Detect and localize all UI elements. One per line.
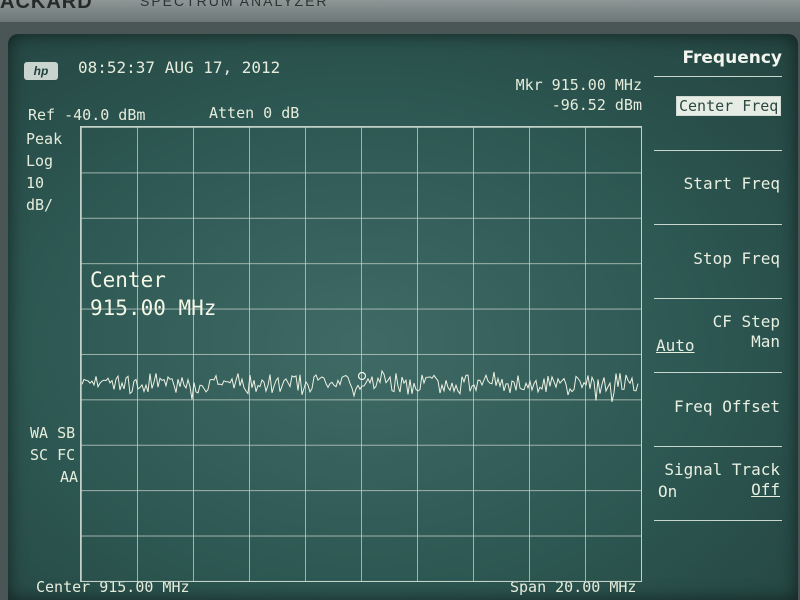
attenuation: Atten 0 dB [209, 104, 300, 122]
center-annotation-value: 915.00 MHz [90, 296, 217, 320]
cf-step-man-option: Man [751, 332, 780, 351]
softkey-divider [654, 520, 782, 521]
center-annotation-label: Center [90, 268, 166, 292]
softkey-divider [654, 76, 782, 77]
reference-level: Ref -40.0 dBm [28, 106, 146, 124]
softkey-freq-offset-label: Freq Offset [674, 397, 780, 416]
scale-value: 10 [26, 174, 45, 192]
detector-mode: Peak [26, 130, 63, 148]
spectrum-trace [81, 369, 639, 402]
marker-level: -96.52 dBm [551, 96, 642, 114]
softkey-cf-step-label: CF Step [712, 312, 780, 331]
status-line-1: WA SB [30, 424, 76, 442]
instrument-bezel: ACKARD SPECTRUM ANALYZER [0, 0, 800, 22]
scale-unit: dB/ [26, 196, 54, 214]
softkey-signal-track-label: Signal Track [664, 460, 780, 479]
softkey-stop-freq-label: Stop Freq [693, 249, 780, 268]
hp-logo: hp [24, 62, 58, 80]
brand-label: ACKARD [0, 0, 93, 13]
marker-icon [357, 371, 367, 381]
model-label: SPECTRUM ANALYZER [140, 0, 329, 9]
status-line-3: AA [60, 468, 79, 486]
status-line-2: SC FC [30, 446, 76, 464]
noise-trace-line [81, 369, 639, 402]
softkey-divider [654, 446, 782, 447]
signal-track-on-option: On [658, 482, 678, 501]
softkey-divider [654, 224, 782, 225]
softkey-divider [654, 372, 782, 373]
softkey-panel: Frequency Center Freq Start Freq Stop Fr… [654, 40, 788, 580]
softkey-menu-title: Frequency [682, 48, 782, 68]
softkey-center-freq-label: Center Freq [676, 96, 782, 116]
scale-type: Log [26, 152, 54, 170]
cf-step-auto-option: Auto [656, 336, 695, 355]
softkey-divider [654, 298, 782, 299]
marker-frequency: Mkr 915.00 MHz [515, 76, 642, 94]
signal-track-off-option: Off [751, 480, 780, 499]
softkey-start-freq-label: Start Freq [683, 174, 780, 193]
softkey-divider [654, 150, 782, 151]
timestamp: 08:52:37 AUG 17, 2012 [78, 58, 281, 77]
